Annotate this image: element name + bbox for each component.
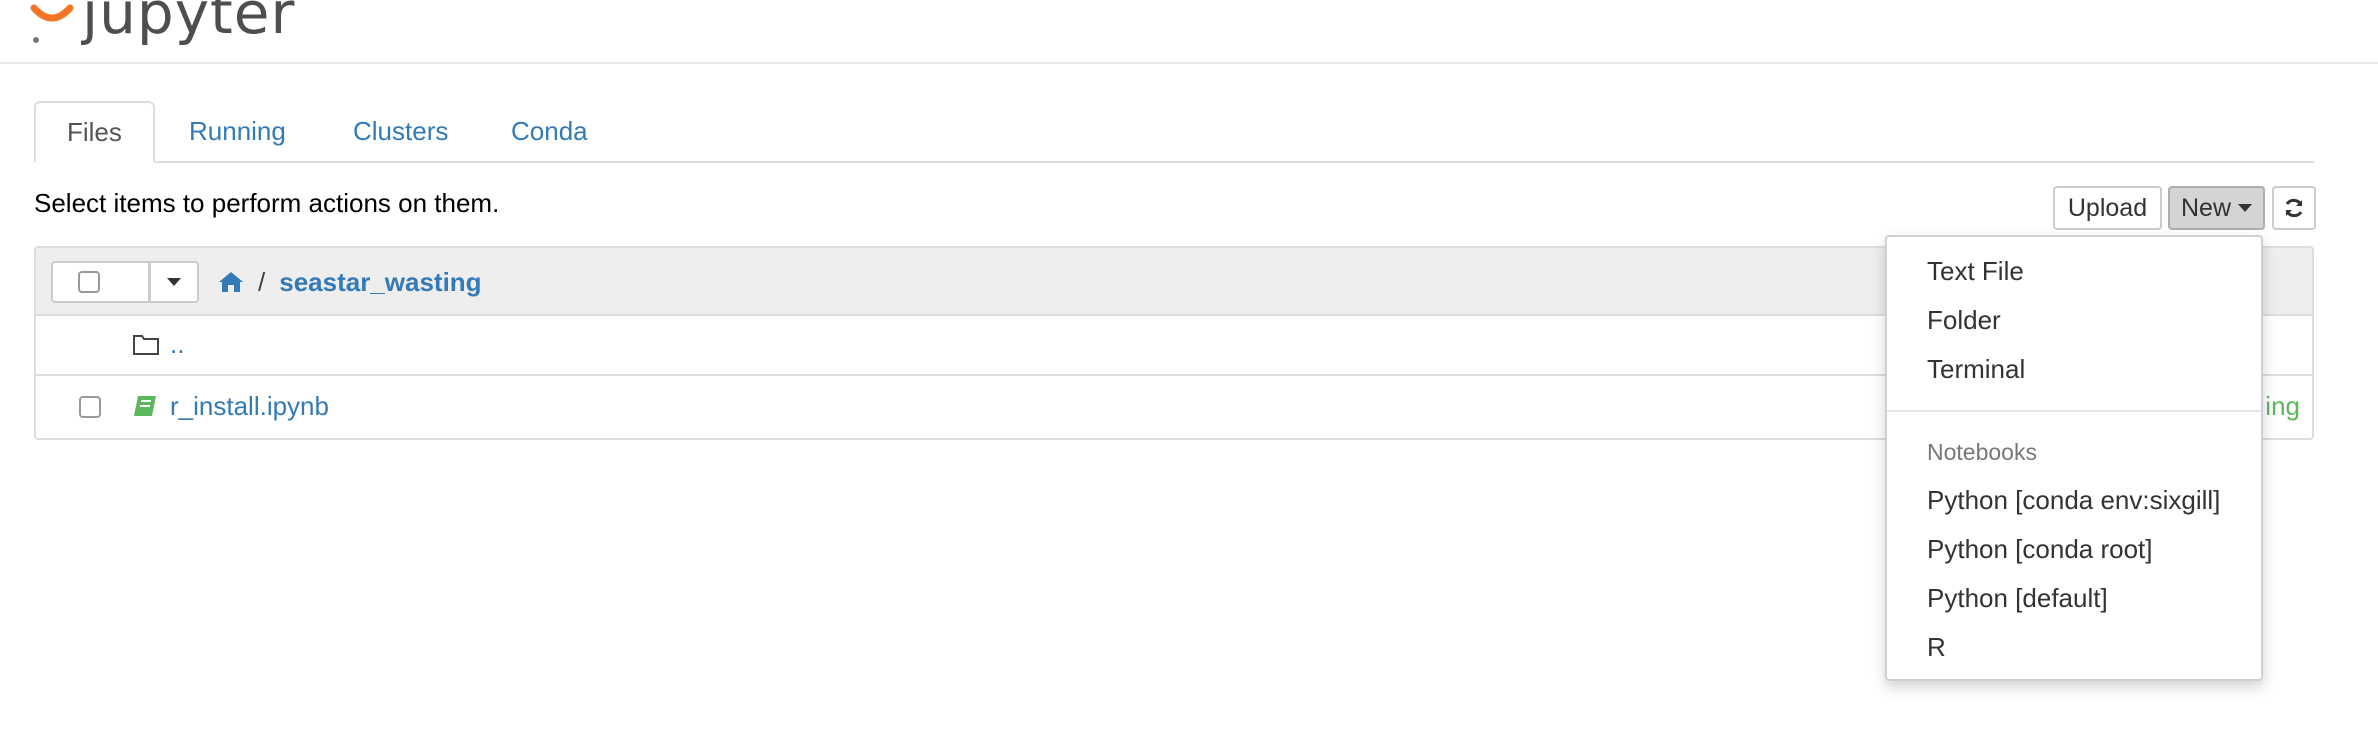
tab-running[interactable]: Running <box>158 101 317 161</box>
select-all-checkbox[interactable] <box>78 271 100 293</box>
tab-bar: Files Running Clusters Conda <box>34 101 2314 163</box>
menu-item-python-default[interactable]: Python [default] <box>1927 583 2108 614</box>
menu-item-python-sixgill[interactable]: Python [conda env:sixgill] <box>1927 485 2220 516</box>
menu-item-folder[interactable]: Folder <box>1927 305 2001 336</box>
jupyter-page: jupyter Files Running Clusters Conda Sel… <box>0 0 2378 738</box>
upload-button-label: Upload <box>2067 193 2148 222</box>
refresh-icon <box>2285 198 2303 218</box>
header: jupyter <box>0 0 2378 64</box>
menu-item-terminal[interactable]: Terminal <box>1927 354 2025 385</box>
menu-item-python-root[interactable]: Python [conda root] <box>1927 534 2152 565</box>
new-dropdown-menu: Text File Folder Terminal Notebooks Pyth… <box>1885 235 2263 681</box>
menu-section-header: Notebooks <box>1927 439 2037 465</box>
refresh-button[interactable] <box>2272 186 2316 230</box>
upload-button[interactable]: Upload <box>2053 186 2162 230</box>
menu-item-r[interactable]: R <box>1927 632 1946 663</box>
file-link[interactable]: .. <box>170 329 184 360</box>
tab-files[interactable]: Files <box>34 101 155 163</box>
tab-clusters[interactable]: Clusters <box>322 101 479 161</box>
logo-text: jupyter <box>82 0 296 47</box>
notebook-icon <box>134 396 156 416</box>
select-dropdown-button[interactable] <box>149 261 199 303</box>
caret-down-icon <box>2238 204 2252 212</box>
new-button-label: New <box>2180 193 2231 222</box>
breadcrumb-separator: / <box>258 266 266 297</box>
menu-divider <box>1887 410 2261 412</box>
breadcrumb-folder-link[interactable]: seastar_wasting <box>279 267 481 298</box>
file-checkbox[interactable] <box>79 396 101 418</box>
jupyter-logo[interactable]: jupyter <box>30 0 295 48</box>
breadcrumb: / seastar_wasting <box>218 266 482 298</box>
home-icon[interactable] <box>218 270 244 294</box>
jupyter-logo-icon <box>30 4 74 43</box>
new-button[interactable]: New <box>2168 186 2265 230</box>
running-status: ing <box>2265 391 2300 421</box>
file-link[interactable]: r_install.ipynb <box>170 391 329 422</box>
tab-conda[interactable]: Conda <box>480 101 619 161</box>
menu-item-text-file[interactable]: Text File <box>1927 256 2024 287</box>
folder-icon <box>133 335 159 355</box>
instructions-text: Select items to perform actions on them. <box>34 188 500 218</box>
caret-down-icon <box>167 278 181 286</box>
select-all-box[interactable] <box>51 261 150 303</box>
